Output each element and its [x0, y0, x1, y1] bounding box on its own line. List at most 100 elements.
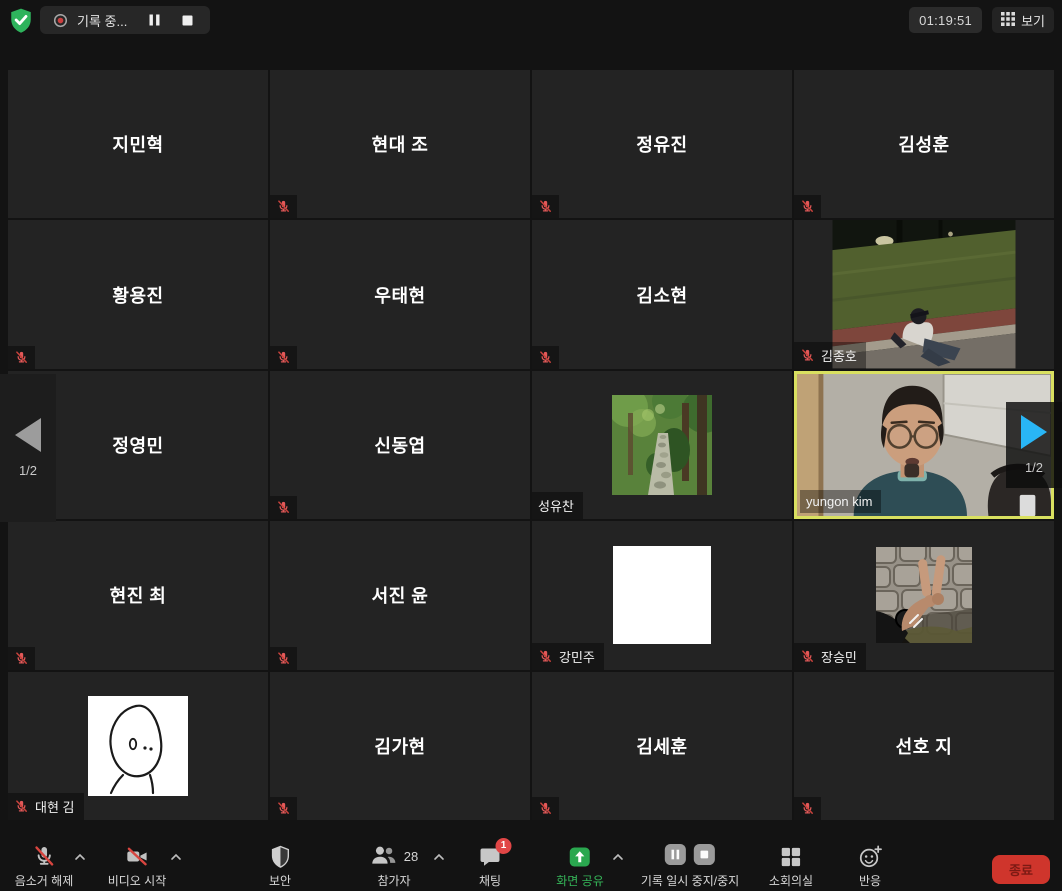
participant-tile-16[interactable]: 장승민 [794, 521, 1054, 669]
pause-record-icon[interactable] [664, 843, 687, 871]
next-page-button[interactable]: 1/2 [1006, 402, 1062, 488]
end-meeting-button[interactable]: 종료 [992, 855, 1050, 884]
participant-name: yungon kim [806, 494, 872, 509]
camera-off-icon [123, 843, 150, 870]
recording-label: 기록 중... [77, 11, 127, 30]
participant-name: 강민주 [559, 647, 595, 666]
participant-tile-17[interactable]: 대현 김 [8, 672, 268, 820]
participant-name: 장승민 [821, 647, 857, 666]
participant-name: 황용진 [8, 220, 268, 368]
meeting-timer: 01:19:51 [909, 7, 982, 33]
participant-name: 김세훈 [532, 672, 792, 820]
security-button[interactable]: 보안 [269, 843, 291, 889]
chat-button[interactable]: 1 채팅 [478, 843, 503, 889]
muted-mic-icon [538, 649, 553, 664]
participant-tile-14[interactable]: 서진 윤 [270, 521, 530, 669]
share-screen-icon [568, 843, 593, 870]
start-video-button[interactable]: 비디오 시작 [108, 843, 167, 889]
participant-tile-19[interactable]: 김세훈 [532, 672, 792, 820]
breakout-rooms-icon [780, 843, 802, 870]
participants-options-chevron[interactable] [433, 853, 445, 861]
mute-options-chevron[interactable] [74, 853, 86, 861]
muted-mic-icon [532, 346, 559, 369]
participant-name: 현대 조 [270, 70, 530, 218]
participants-button[interactable]: 28 참가자 [370, 843, 418, 889]
muted-mic-icon [8, 346, 35, 369]
participant-tile-10[interactable]: 신동엽 [270, 371, 530, 519]
view-button-label: 보기 [1021, 11, 1045, 30]
participant-tile-7[interactable]: 김소현 [532, 220, 792, 368]
share-screen-button[interactable]: 화면 공유 [556, 843, 604, 889]
muted-mic-icon [794, 797, 821, 820]
recording-controls[interactable]: 기록 일시 중지/중지 [641, 843, 739, 889]
participant-name: 현진 최 [8, 521, 268, 669]
video-options-chevron[interactable] [170, 853, 182, 861]
participants-icon [370, 843, 398, 871]
participant-tile-18[interactable]: 김가현 [270, 672, 530, 820]
chat-bubble-icon: 1 [478, 845, 503, 869]
prev-page-button[interactable]: 1/2 [0, 374, 56, 522]
participant-name: 지민혁 [8, 70, 268, 218]
prev-arrow-icon [15, 418, 41, 452]
participant-tile-3[interactable]: 정유진 [532, 70, 792, 218]
participant-tile-1[interactable]: 지민혁 [8, 70, 268, 218]
name-label: 장승민 [794, 643, 866, 670]
mic-muted-icon [31, 843, 56, 870]
name-label: 대현 김 [8, 793, 84, 820]
breakout-rooms-button[interactable]: 소회의실 [769, 843, 813, 889]
shield-icon [270, 843, 291, 870]
video-grid: 지민혁현대 조정유진김성훈황용진우태현김소현김종호정영민신동엽성유찬yungon… [8, 70, 1054, 820]
muted-mic-icon [270, 346, 297, 369]
participant-name: 김가현 [270, 672, 530, 820]
grid-view-icon [1001, 12, 1015, 29]
next-arrow-icon [1021, 415, 1047, 449]
participant-name: 정유진 [532, 70, 792, 218]
muted-mic-icon [270, 647, 297, 670]
muted-mic-icon [270, 195, 297, 218]
participant-tile-5[interactable]: 황용진 [8, 220, 268, 368]
chat-badge: 1 [496, 838, 512, 854]
name-label: yungon kim [800, 490, 881, 513]
muted-mic-icon [800, 649, 815, 664]
name-label: 김종호 [794, 342, 866, 369]
reactions-button[interactable]: 반응 [857, 843, 883, 889]
participant-tile-20[interactable]: 선호 지 [794, 672, 1054, 820]
muted-mic-icon [270, 797, 297, 820]
name-label: 성유찬 [532, 492, 583, 519]
unmute-button[interactable]: 음소거 해제 [15, 843, 74, 889]
page-indicator: 1/2 [19, 463, 37, 478]
muted-mic-icon [270, 496, 297, 519]
participant-tile-6[interactable]: 우태현 [270, 220, 530, 368]
top-bar: 기록 중... 01:19:51 보기 [0, 0, 1062, 40]
participants-count: 28 [404, 849, 418, 864]
view-button[interactable]: 보기 [992, 7, 1054, 33]
participant-tile-2[interactable]: 현대 조 [270, 70, 530, 218]
recording-icon [53, 13, 68, 28]
participant-tile-15[interactable]: 강민주 [532, 521, 792, 669]
stop-recording-button[interactable] [178, 13, 197, 28]
muted-mic-icon [794, 195, 821, 218]
participant-name: 신동엽 [270, 371, 530, 519]
participant-name: 김소현 [532, 220, 792, 368]
zoom-meeting-window: 기록 중... 01:19:51 보기 지민혁현대 조정유진김성훈황용진우태현김… [0, 0, 1062, 891]
participant-name: 성유찬 [538, 496, 574, 515]
muted-mic-icon [8, 647, 35, 670]
participant-tile-4[interactable]: 김성훈 [794, 70, 1054, 218]
participant-name: 서진 윤 [270, 521, 530, 669]
security-shield-icon[interactable] [8, 7, 34, 33]
participant-tile-13[interactable]: 현진 최 [8, 521, 268, 669]
participant-name: 김성훈 [794, 70, 1054, 218]
muted-mic-icon [532, 797, 559, 820]
recording-indicator: 기록 중... [40, 6, 210, 34]
stop-record-icon[interactable] [693, 843, 716, 871]
smiley-plus-icon [857, 843, 883, 870]
participant-tile-11[interactable]: 성유찬 [532, 371, 792, 519]
participant-tile-8[interactable]: 김종호 [794, 220, 1054, 368]
control-toolbar: 음소거 해제 비디오 시작 보안 28 [0, 840, 1062, 891]
muted-mic-icon [14, 799, 29, 814]
participant-name: 선호 지 [794, 672, 1054, 820]
share-options-chevron[interactable] [612, 853, 624, 861]
muted-mic-icon [800, 348, 815, 363]
pause-recording-button[interactable] [145, 12, 164, 28]
participant-name: 대현 김 [35, 797, 75, 816]
